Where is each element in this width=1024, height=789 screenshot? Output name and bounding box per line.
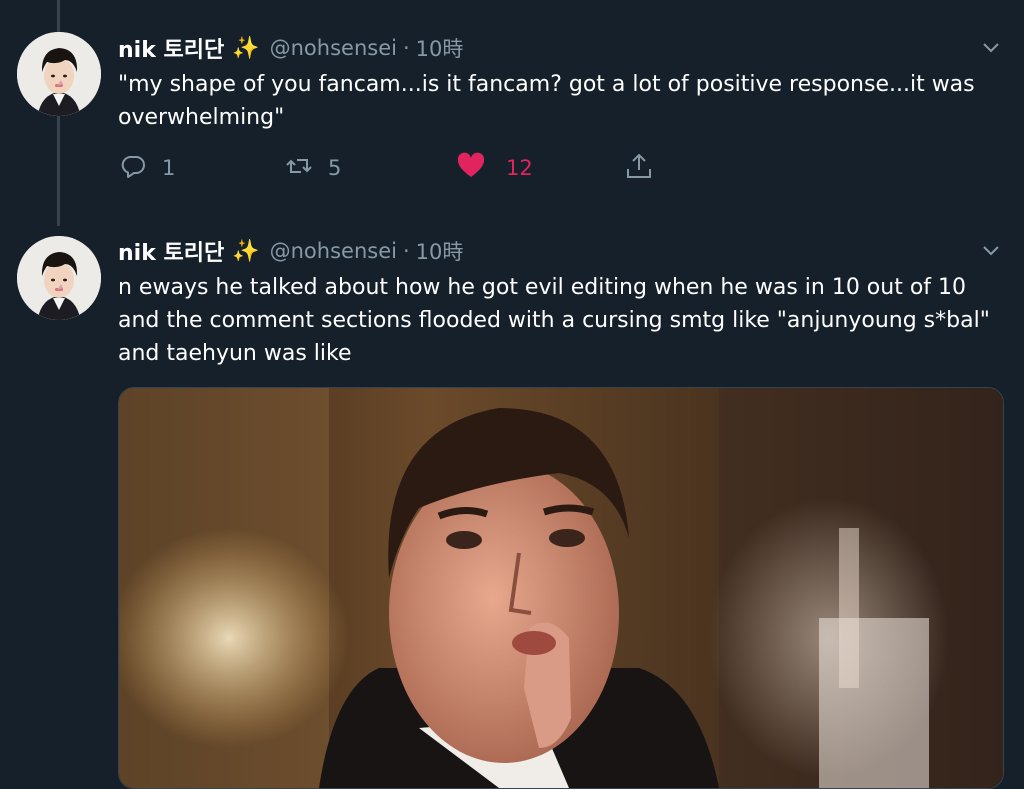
separator-dot: · xyxy=(402,36,410,60)
retweet-count: 5 xyxy=(328,156,342,180)
retweet-icon xyxy=(284,151,314,186)
tweet-header: nik 토리단 ✨ @nohsensei · 10時 xyxy=(118,32,464,64)
display-name[interactable]: nik 토리단 xyxy=(118,32,224,64)
tweet-text: n eways he talked about how he got evil … xyxy=(118,275,990,366)
tweet-media-gif[interactable] xyxy=(118,387,1004,789)
reply-icon xyxy=(118,151,148,186)
user-handle[interactable]: @nohsensei xyxy=(270,239,397,263)
reply-count: 1 xyxy=(162,156,176,180)
user-handle[interactable]: @nohsensei xyxy=(270,36,397,60)
gif-frame-image xyxy=(119,388,1003,788)
timestamp[interactable]: 10時 xyxy=(416,33,464,63)
tweet-actions: 1 5 12 xyxy=(118,150,678,186)
like-button[interactable]: 12 xyxy=(456,150,533,186)
heart-icon xyxy=(456,151,486,186)
reply-button[interactable]: 1 xyxy=(118,150,175,186)
chevron-down-icon[interactable] xyxy=(980,36,1002,58)
tweet-header: nik 토리단 ✨ @nohsensei · 10時 xyxy=(118,235,464,267)
sparkles-emoji: ✨ xyxy=(232,238,260,264)
avatar[interactable] xyxy=(17,32,101,116)
display-name[interactable]: nik 토리단 xyxy=(118,235,224,267)
separator-dot: · xyxy=(402,239,410,263)
tweet-1[interactable]: nik 토리단 ✨ @nohsensei · 10時 "my shape of … xyxy=(0,0,1024,226)
tweet-text: "my shape of you fancam...is it fancam? … xyxy=(118,72,975,130)
chevron-down-icon[interactable] xyxy=(980,239,1002,261)
timestamp[interactable]: 10時 xyxy=(416,236,464,266)
retweet-button[interactable]: 5 xyxy=(284,150,341,186)
avatar[interactable] xyxy=(17,236,101,320)
sparkles-emoji: ✨ xyxy=(232,35,260,61)
like-count: 12 xyxy=(506,156,533,180)
share-icon xyxy=(624,151,654,186)
share-button[interactable] xyxy=(624,150,654,186)
